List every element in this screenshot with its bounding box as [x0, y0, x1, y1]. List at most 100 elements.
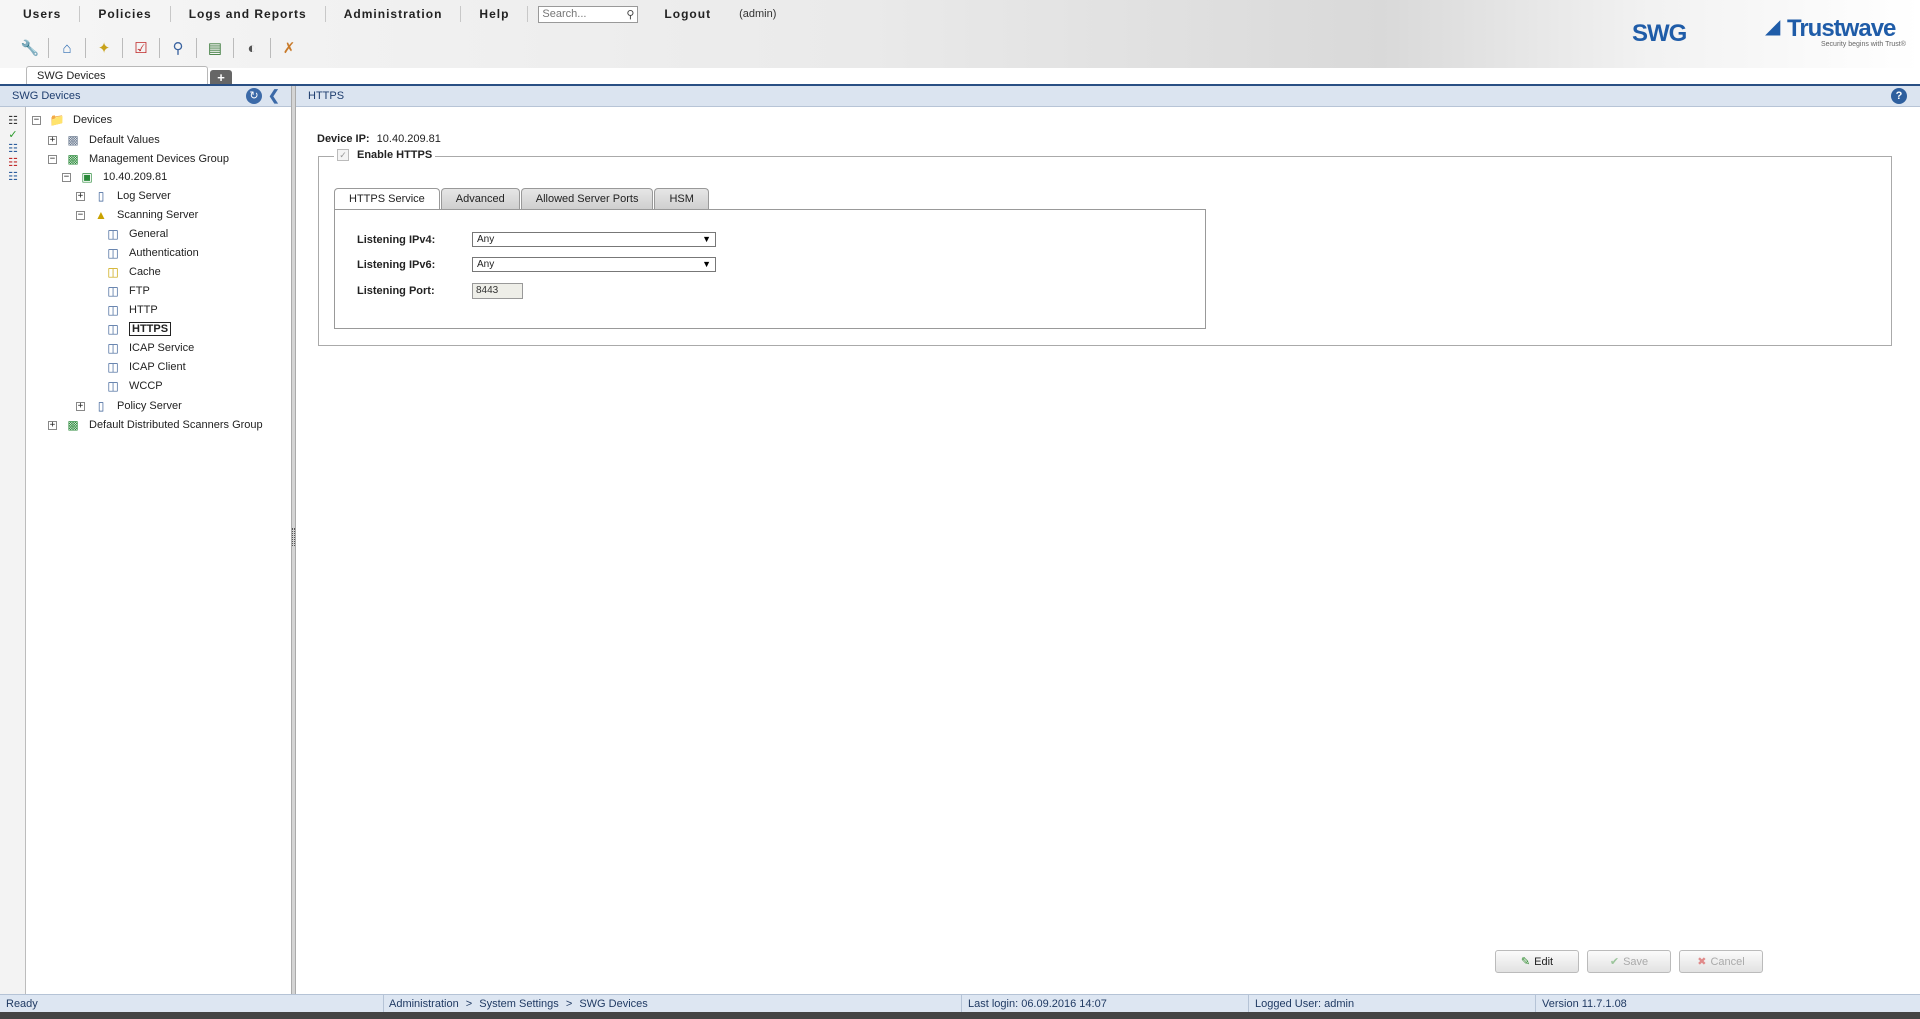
- tree-item-policy-server[interactable]: + ▯ Policy Server: [76, 398, 182, 414]
- tab-https-service[interactable]: HTTPS Service: [334, 188, 440, 210]
- listening-port-input[interactable]: 8443: [472, 283, 523, 299]
- scanning-server-icon: ▲: [95, 208, 107, 222]
- tree-item-authentication[interactable]: ◫ Authentication: [105, 245, 198, 261]
- tree-expander[interactable]: +: [48, 420, 57, 430]
- tree-item-default-values[interactable]: + ▩ Default Values: [48, 132, 160, 148]
- checklist-icon[interactable]: ☑: [127, 36, 155, 60]
- save-button[interactable]: ✔ Save: [1587, 950, 1671, 973]
- product-logo: SWG: [1632, 20, 1687, 47]
- tree-item-label: 10.40.209.81: [103, 171, 168, 183]
- tree-expander[interactable]: +: [48, 135, 57, 145]
- tree-item-scanning-server[interactable]: − ▲ Scanning Server: [76, 207, 198, 223]
- tree-item-general[interactable]: ◫ General: [105, 226, 168, 242]
- listening-ipv4-value: Any: [477, 234, 495, 245]
- tree-item-label: HTTPS: [129, 322, 172, 336]
- tree-item-default-distributed-scanners-group[interactable]: + ▩ Default Distributed Scanners Group: [48, 417, 263, 433]
- splitter-grip[interactable]: [292, 528, 295, 546]
- tree-item-https[interactable]: ◫ HTTPS: [105, 321, 172, 337]
- logout-link[interactable]: Logout: [664, 7, 711, 21]
- tree-expander[interactable]: +: [76, 191, 85, 201]
- cancel-button[interactable]: ✖ Cancel: [1679, 950, 1763, 973]
- listening-ipv4-select[interactable]: Any ▼: [472, 232, 716, 247]
- tree-item-label: FTP: [129, 285, 150, 297]
- toolbar-separator: [85, 38, 86, 58]
- edit-button[interactable]: ✎ Edit: [1495, 950, 1579, 973]
- breadcrumb-item-system-settings[interactable]: System Settings: [479, 998, 558, 1010]
- wrench-icon[interactable]: 🔧: [16, 36, 44, 60]
- tree-item-log-server[interactable]: + ▯ Log Server: [76, 188, 171, 204]
- close-icon: ✖: [1697, 956, 1707, 968]
- menu-policies[interactable]: Policies: [80, 6, 171, 22]
- toolbar: 🔧 ⌂ ✦ ☑ ⚲ ▤ ◐ ✗: [16, 36, 307, 60]
- tree-item-label: Policy Server: [117, 400, 182, 412]
- https-tabs: HTTPS Service Advanced Allowed Server Po…: [334, 188, 710, 210]
- delete-doc-icon[interactable]: ☷: [6, 157, 20, 170]
- company-name: Trustwave: [1787, 15, 1896, 42]
- tree-expander[interactable]: −: [62, 172, 71, 182]
- group-icon: ▩: [67, 418, 79, 432]
- tree-expander[interactable]: +: [76, 401, 85, 411]
- tree-item-label: Devices: [73, 114, 113, 126]
- tree-item-http[interactable]: ◫ HTTP: [105, 302, 157, 318]
- help-icon[interactable]: ?: [1891, 88, 1907, 104]
- tab-swg-devices[interactable]: SWG Devices: [26, 66, 208, 85]
- tab-allowed-server-ports[interactable]: Allowed Server Ports: [520, 188, 654, 209]
- refresh-icon[interactable]: ↻: [246, 88, 262, 104]
- tree-item-management-devices-group[interactable]: − ▩ Management Devices Group: [48, 151, 229, 167]
- tab-hsm[interactable]: HSM: [654, 188, 709, 209]
- search-input[interactable]: [539, 6, 620, 22]
- import-icon[interactable]: ☷: [6, 115, 20, 128]
- panel-splitter[interactable]: [291, 86, 296, 994]
- tree-item-devices[interactable]: − 📁 Devices: [32, 112, 112, 128]
- listening-ipv6-label: Listening IPv6:: [357, 258, 436, 271]
- breadcrumb-item-swg-devices[interactable]: SWG Devices: [579, 998, 647, 1010]
- version: Version 11.7.1.08: [1542, 998, 1627, 1010]
- export-icon[interactable]: ☷: [6, 143, 20, 156]
- breadcrumb-item-administration[interactable]: Administration: [389, 998, 459, 1010]
- tree-item-device-10-40-209-81[interactable]: − ▣ 10.40.209.81: [62, 169, 167, 185]
- trustwave-mark-icon: ◢: [1765, 16, 1781, 38]
- tree-expander[interactable]: −: [32, 115, 41, 125]
- menu-help[interactable]: Help: [461, 6, 529, 22]
- right-panel-title: HTTPS: [308, 90, 345, 102]
- search-icon[interactable]: ⚲: [626, 8, 634, 21]
- menu-logs-and-reports[interactable]: Logs and Reports: [171, 6, 326, 22]
- toolbar-separator: [196, 38, 197, 58]
- tree-item-wccp[interactable]: ◫ WCCP: [105, 378, 162, 394]
- enable-https-checkbox[interactable]: ✓: [337, 149, 349, 161]
- home-icon[interactable]: ⌂: [53, 36, 81, 60]
- collapse-panel-icon[interactable]: ❮: [268, 87, 280, 104]
- save-button-label: Save: [1623, 955, 1649, 968]
- tree-item-ftp[interactable]: ◫ FTP: [105, 283, 150, 299]
- logged-user: Logged User: admin: [1249, 995, 1536, 1013]
- tree-item-icap-client[interactable]: ◫ ICAP Client: [105, 359, 185, 375]
- search-devices-icon[interactable]: ⚲: [164, 36, 192, 60]
- tree-expander[interactable]: −: [48, 154, 57, 164]
- group-icon: ▩: [67, 152, 79, 166]
- tree-item-label: General: [129, 228, 169, 240]
- enable-https-row: ✓ Enable HTTPS: [334, 149, 436, 161]
- devices-icon[interactable]: ▤: [201, 36, 229, 60]
- tree-item-icap-service[interactable]: ◫ ICAP Service: [105, 340, 194, 356]
- report-doc-icon[interactable]: ☷: [6, 171, 20, 184]
- folder-icon: 📁: [49, 113, 65, 127]
- listening-ipv6-select[interactable]: Any ▼: [472, 257, 716, 272]
- tree-item-label: Log Server: [117, 190, 171, 202]
- policy-wizard-icon[interactable]: ✦: [90, 36, 118, 60]
- commit-check-icon[interactable]: ✓: [6, 129, 20, 142]
- tools-icon[interactable]: ✗: [275, 36, 303, 60]
- dashboard-icon[interactable]: ◐: [238, 36, 266, 60]
- device-ip-label: Device IP:: [317, 133, 370, 145]
- right-panel-header: HTTPS ?: [296, 86, 1920, 107]
- menu-users[interactable]: Users: [0, 6, 81, 22]
- tree-item-cache[interactable]: ◫ Cache: [105, 264, 160, 280]
- left-panel-title: SWG Devices: [12, 90, 81, 102]
- tab-advanced[interactable]: Advanced: [440, 188, 520, 209]
- listening-ipv6-value: Any: [477, 259, 495, 270]
- device-ip-row: Device IP: 10.40.209.81: [317, 133, 441, 145]
- listening-ipv4-label: Listening IPv4:: [357, 233, 436, 246]
- toolbar-separator: [122, 38, 123, 58]
- add-tab-button[interactable]: +: [210, 70, 232, 85]
- tree-expander[interactable]: −: [76, 210, 85, 220]
- menu-administration[interactable]: Administration: [326, 6, 462, 22]
